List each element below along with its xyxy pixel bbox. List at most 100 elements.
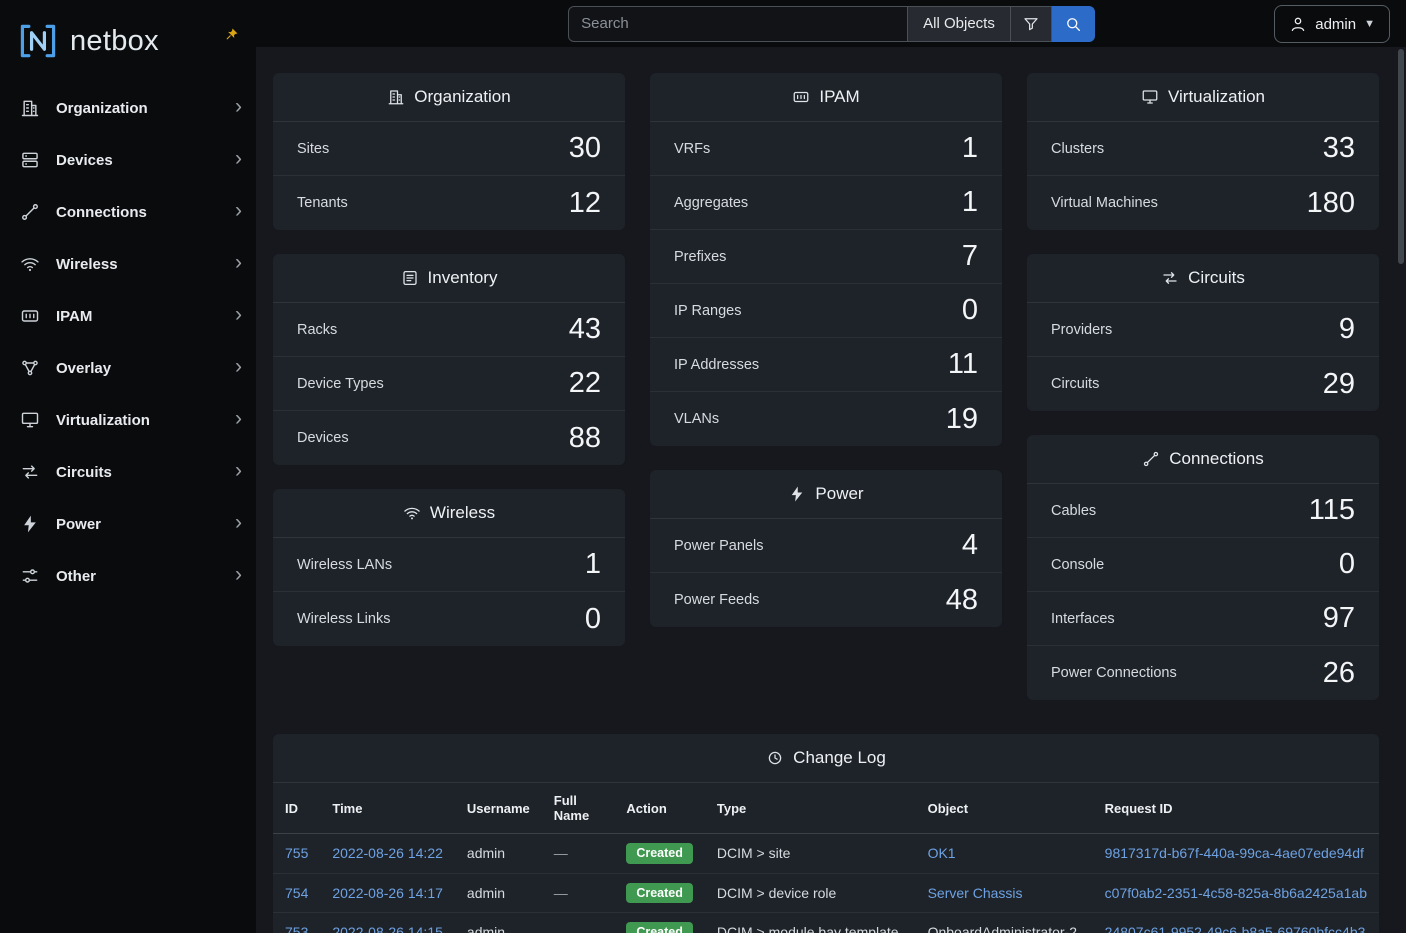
stat-value[interactable]: 26 [1323, 659, 1355, 688]
sidebar-item-label: Organization [56, 100, 235, 117]
sliders-icon [18, 564, 42, 588]
stat-label[interactable]: Aggregates [674, 195, 748, 211]
stat-label[interactable]: VLANs [674, 411, 719, 427]
stat-label[interactable]: Racks [297, 322, 337, 338]
stat-value[interactable]: 4 [962, 531, 978, 560]
stat-value[interactable]: 1 [962, 188, 978, 217]
scrollbar[interactable] [1398, 49, 1404, 929]
changelog-request-link[interactable]: c07f0ab2-2351-4c58-825a-8b6a2425a1ab [1105, 885, 1367, 901]
sidebar-item-connections[interactable]: Connections › [0, 186, 256, 238]
stat-value[interactable]: 30 [569, 134, 601, 163]
changelog-request-link[interactable]: 24807c61-9952-49c6-b8a5-69760bfcc4b3 [1105, 924, 1366, 933]
stat-row: Interfaces 97 [1027, 592, 1379, 646]
stat-value[interactable]: 97 [1323, 604, 1355, 633]
netbox-logo[interactable]: netbox [16, 19, 159, 63]
stat-label[interactable]: Wireless LANs [297, 557, 392, 573]
chevron-right-icon: › [235, 408, 242, 432]
stat-label[interactable]: Device Types [297, 376, 384, 392]
changelog-id-link[interactable]: 754 [285, 885, 308, 901]
changelog-type: DCIM > site [717, 845, 791, 861]
stat-label[interactable]: Interfaces [1051, 611, 1115, 627]
stat-value[interactable]: 115 [1309, 496, 1355, 525]
bolt-icon [788, 485, 806, 503]
stat-value[interactable]: 0 [962, 296, 978, 325]
stat-value[interactable]: 7 [962, 242, 978, 271]
stat-label[interactable]: IP Ranges [674, 303, 741, 319]
stat-value[interactable]: 48 [946, 586, 978, 615]
sidebar-item-wireless[interactable]: Wireless › [0, 238, 256, 290]
cable-icon [18, 200, 42, 224]
stat-label[interactable]: Providers [1051, 322, 1112, 338]
stat-row: Tenants 12 [273, 176, 625, 230]
stat-label[interactable]: Virtual Machines [1051, 195, 1158, 211]
stat-value[interactable]: 12 [569, 189, 601, 218]
changelog-id-link[interactable]: 753 [285, 924, 308, 933]
stat-label[interactable]: Tenants [297, 195, 348, 211]
sidebar-item-label: Circuits [56, 464, 235, 481]
stat-value[interactable]: 1 [585, 550, 601, 579]
changelog-time-link[interactable]: 2022-08-26 14:17 [332, 885, 443, 901]
chevron-right-icon: › [235, 304, 242, 328]
stat-label[interactable]: Prefixes [674, 249, 726, 265]
stat-value[interactable]: 43 [569, 315, 601, 344]
stat-label[interactable]: Clusters [1051, 141, 1104, 157]
stat-label[interactable]: Devices [297, 430, 349, 446]
stat-value[interactable]: 11 [948, 350, 978, 379]
stat-row: VRFs 1 [650, 122, 1002, 176]
card-header: Organization [273, 73, 625, 122]
filter-button[interactable] [1011, 6, 1052, 42]
stat-value[interactable]: 9 [1339, 315, 1355, 344]
changelog-id-link[interactable]: 755 [285, 845, 308, 861]
changelog-request-link[interactable]: 9817317d-b67f-440a-99ca-4ae07ede94df [1105, 845, 1364, 861]
stat-value[interactable]: 22 [569, 369, 601, 398]
col-header-action: Action [614, 783, 705, 834]
sidebar-item-organization[interactable]: Organization › [0, 82, 256, 134]
search-input[interactable] [568, 6, 908, 42]
stat-label[interactable]: Console [1051, 557, 1104, 573]
counter-icon [18, 304, 42, 328]
stat-value[interactable]: 0 [585, 605, 601, 634]
stat-value[interactable]: 29 [1323, 370, 1355, 399]
changelog-object-link[interactable]: OK1 [928, 845, 956, 861]
stat-label[interactable]: Circuits [1051, 376, 1099, 392]
sidebar-item-circuits[interactable]: Circuits › [0, 446, 256, 498]
dashboard: Organization Sites 30 Tenants 12 [256, 47, 1406, 933]
sidebar-item-devices[interactable]: Devices › [0, 134, 256, 186]
chevron-right-icon: › [235, 96, 242, 120]
scrollbar-thumb[interactable] [1398, 49, 1404, 264]
stat-label[interactable]: Power Connections [1051, 665, 1177, 681]
stat-label[interactable]: Sites [297, 141, 329, 157]
changelog-type: DCIM > device role [717, 885, 836, 901]
sidebar-item-overlay[interactable]: Overlay › [0, 342, 256, 394]
wireless-card: Wireless Wireless LANs 1 Wireless Links … [273, 489, 625, 646]
search-button[interactable] [1052, 6, 1095, 42]
stat-value[interactable]: 33 [1323, 134, 1355, 163]
changelog-object-link[interactable]: Server Chassis [928, 885, 1023, 901]
pin-sidebar-icon[interactable] [225, 26, 240, 46]
stat-value[interactable]: 0 [1339, 550, 1355, 579]
changelog-time-link[interactable]: 2022-08-26 14:15 [332, 924, 443, 933]
changelog-time-link[interactable]: 2022-08-26 14:22 [332, 845, 443, 861]
stat-value[interactable]: 1 [962, 134, 978, 163]
stat-label[interactable]: VRFs [674, 141, 710, 157]
user-name: admin [1315, 16, 1356, 33]
sidebar-item-power[interactable]: Power › [0, 498, 256, 550]
sidebar-item-ipam[interactable]: IPAM › [0, 290, 256, 342]
stat-label[interactable]: Power Feeds [674, 592, 759, 608]
sidebar-item-virtualization[interactable]: Virtualization › [0, 394, 256, 446]
stat-label[interactable]: Power Panels [674, 538, 763, 554]
col-header-request-id: Request ID [1093, 783, 1379, 834]
table-header-row: ID Time Username Full Name Action Type O… [273, 783, 1379, 834]
action-badge: Created [626, 922, 693, 933]
user-menu-button[interactable]: admin ▼ [1274, 5, 1390, 43]
stat-label[interactable]: Cables [1051, 503, 1096, 519]
stat-value[interactable]: 88 [569, 424, 601, 453]
stat-row: Virtual Machines 180 [1027, 176, 1379, 230]
stat-value[interactable]: 19 [946, 405, 978, 434]
changelog-card: Change Log ID Time Username Full Name Ac [273, 734, 1379, 933]
stat-label[interactable]: IP Addresses [674, 357, 759, 373]
stat-value[interactable]: 180 [1307, 189, 1355, 218]
stat-label[interactable]: Wireless Links [297, 611, 390, 627]
object-type-select[interactable]: All Objects [908, 6, 1011, 42]
sidebar-item-other[interactable]: Other › [0, 550, 256, 602]
